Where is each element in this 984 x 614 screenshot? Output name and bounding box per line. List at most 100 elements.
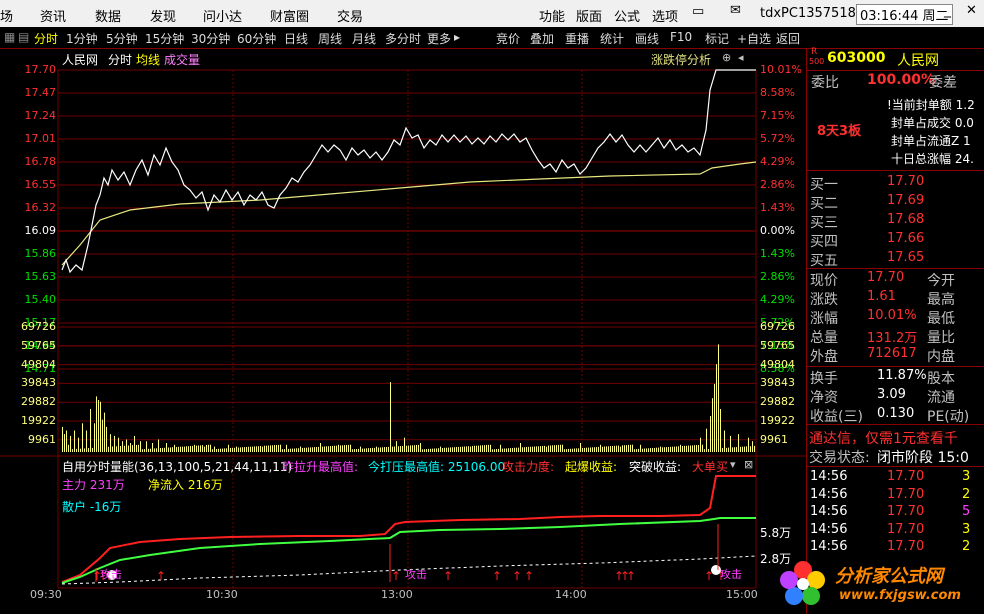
limit-analysis-label[interactable]: 涨跌停分析 bbox=[651, 51, 711, 68]
tab-monthly[interactable]: 月线 bbox=[352, 30, 376, 47]
stat-label-right: 今开 bbox=[927, 273, 955, 289]
close-icon[interactable]: ✕ bbox=[966, 3, 977, 18]
dropdown-icon[interactable]: ▾ bbox=[730, 458, 736, 471]
price-tick-label: 17.24 bbox=[24, 109, 57, 122]
tab-30min[interactable]: 30分钟 bbox=[191, 30, 230, 47]
indicator-title[interactable]: 自用分时量能(36,13,100,5,21,44,11,11) bbox=[62, 458, 292, 475]
volume-bar bbox=[264, 445, 265, 452]
tool-add-watchlist[interactable]: +自选 bbox=[737, 30, 771, 47]
volume-bar bbox=[624, 445, 625, 452]
menu-item-formula[interactable]: 公式 bbox=[614, 6, 640, 25]
expand-icon[interactable]: ⊕ bbox=[722, 51, 731, 64]
volume-bar bbox=[72, 449, 73, 452]
window-icon[interactable]: ▭ bbox=[692, 4, 704, 19]
menu-item-function[interactable]: 功能 bbox=[539, 6, 565, 25]
tab-daily[interactable]: 日线 bbox=[284, 30, 308, 47]
pct-tick-label: 0.00% bbox=[760, 224, 795, 237]
volume-bar bbox=[396, 441, 397, 452]
tab-weekly[interactable]: 周线 bbox=[318, 30, 342, 47]
attack-label-3: 攻击 bbox=[720, 568, 742, 581]
tool-replay[interactable]: 重播 bbox=[565, 30, 589, 47]
tab-1min[interactable]: 1分钟 bbox=[66, 30, 98, 47]
menu-item-trade[interactable]: 交易 bbox=[337, 6, 363, 25]
stat2-label: 净资 bbox=[810, 390, 838, 406]
trade-status-label: 交易状态: bbox=[809, 450, 870, 466]
stock-code: 603000 bbox=[827, 50, 886, 66]
list-icon[interactable]: ▤ bbox=[18, 30, 29, 44]
volume-bar bbox=[488, 444, 489, 452]
volume-bar bbox=[748, 437, 749, 452]
tool-stats[interactable]: 统计 bbox=[600, 30, 624, 47]
tool-overlay[interactable]: 叠加 bbox=[530, 30, 554, 47]
volume-bar bbox=[188, 446, 189, 452]
volume-bar bbox=[88, 448, 89, 452]
volume-bar bbox=[596, 447, 597, 452]
price-tick-label: 17.70 bbox=[24, 63, 57, 76]
ad-banner[interactable]: 通达信，仅需1元查看千 bbox=[809, 428, 958, 448]
menu-item-news[interactable]: 资讯 bbox=[40, 6, 66, 25]
volume-bar bbox=[524, 447, 525, 452]
volume-bar bbox=[712, 398, 713, 452]
tab-5min[interactable]: 5分钟 bbox=[106, 30, 138, 47]
volume-bar bbox=[660, 446, 661, 452]
more-arrow-icon[interactable]: ▸ bbox=[454, 30, 460, 44]
menu-item-ask[interactable]: 问小达 bbox=[203, 6, 242, 25]
volume-bar bbox=[236, 446, 237, 452]
tool-back[interactable]: 返回 bbox=[776, 30, 800, 47]
indicator-close-icon[interactable]: ⊠ bbox=[744, 458, 753, 471]
menu-item-discover[interactable]: 发现 bbox=[150, 6, 176, 25]
volume-bar bbox=[404, 437, 405, 452]
volume-bar bbox=[544, 445, 545, 452]
menu-item-options[interactable]: 选项 bbox=[652, 6, 678, 25]
volume-bar bbox=[718, 344, 719, 452]
grid-icon[interactable]: ▦ bbox=[4, 30, 15, 44]
volume-bar bbox=[740, 446, 741, 452]
volume-bar bbox=[456, 447, 457, 452]
volume-bar bbox=[666, 447, 667, 452]
volume-bar bbox=[332, 445, 333, 452]
volume-bar bbox=[578, 448, 579, 452]
volume-bar bbox=[474, 445, 475, 452]
tool-mark[interactable]: 标记 bbox=[705, 30, 729, 47]
menu-item[interactable]: 场 bbox=[0, 6, 13, 25]
volume-bar bbox=[570, 448, 571, 452]
volume-bar bbox=[70, 435, 71, 452]
volume-tick-label-right: 69726 bbox=[760, 320, 795, 333]
tool-draw[interactable]: 画线 bbox=[635, 30, 659, 47]
menu-item-layout[interactable]: 版面 bbox=[576, 6, 602, 25]
attack-arrow-icon: ↑ bbox=[626, 569, 636, 583]
minimize-icon[interactable]: _ bbox=[944, 2, 951, 18]
volume-bar bbox=[154, 448, 155, 452]
volume-bar bbox=[690, 445, 691, 452]
tab-intraday[interactable]: 分时 bbox=[34, 30, 58, 47]
volume-bar bbox=[550, 445, 551, 452]
mail-icon[interactable]: ✉ bbox=[730, 3, 741, 18]
volume-bar bbox=[498, 448, 499, 452]
tool-auction[interactable]: 竞价 bbox=[496, 30, 520, 47]
menu-item-wealth[interactable]: 财富圈 bbox=[270, 6, 309, 25]
chart-area[interactable]: ↑↑↑↑↑↑↑↑↑↑↑↑↑↑ 人民网 分时 均线 成交量 涨跌停分析 ⊕ ◂ 1… bbox=[0, 48, 806, 614]
tool-f10[interactable]: F10 bbox=[670, 30, 692, 44]
volume-bar bbox=[538, 446, 539, 452]
volume-bar bbox=[676, 446, 677, 452]
volume-bar bbox=[668, 447, 669, 452]
tab-60min[interactable]: 60分钟 bbox=[237, 30, 276, 47]
tab-15min[interactable]: 15分钟 bbox=[145, 30, 184, 47]
stat2-label-right: PE(动) bbox=[927, 409, 970, 425]
volume-bar bbox=[350, 444, 351, 452]
volume-bar bbox=[720, 409, 721, 452]
volume-bar bbox=[520, 443, 521, 452]
bid-price: 17.68 bbox=[887, 212, 925, 227]
volume-bar bbox=[462, 446, 463, 452]
volume-bar bbox=[584, 447, 585, 452]
tab-more[interactable]: 更多 bbox=[427, 30, 451, 47]
tab-multi-intraday[interactable]: 多分时 bbox=[385, 30, 421, 47]
volume-bar bbox=[298, 448, 299, 452]
collapse-icon[interactable]: ◂ bbox=[738, 51, 744, 64]
volume-bar bbox=[518, 447, 519, 452]
tick-price: 17.70 bbox=[887, 504, 925, 519]
volume-bar bbox=[124, 445, 125, 452]
menu-item-data[interactable]: 数据 bbox=[95, 6, 121, 25]
volume-bar bbox=[294, 448, 295, 452]
volume-bar bbox=[316, 447, 317, 452]
